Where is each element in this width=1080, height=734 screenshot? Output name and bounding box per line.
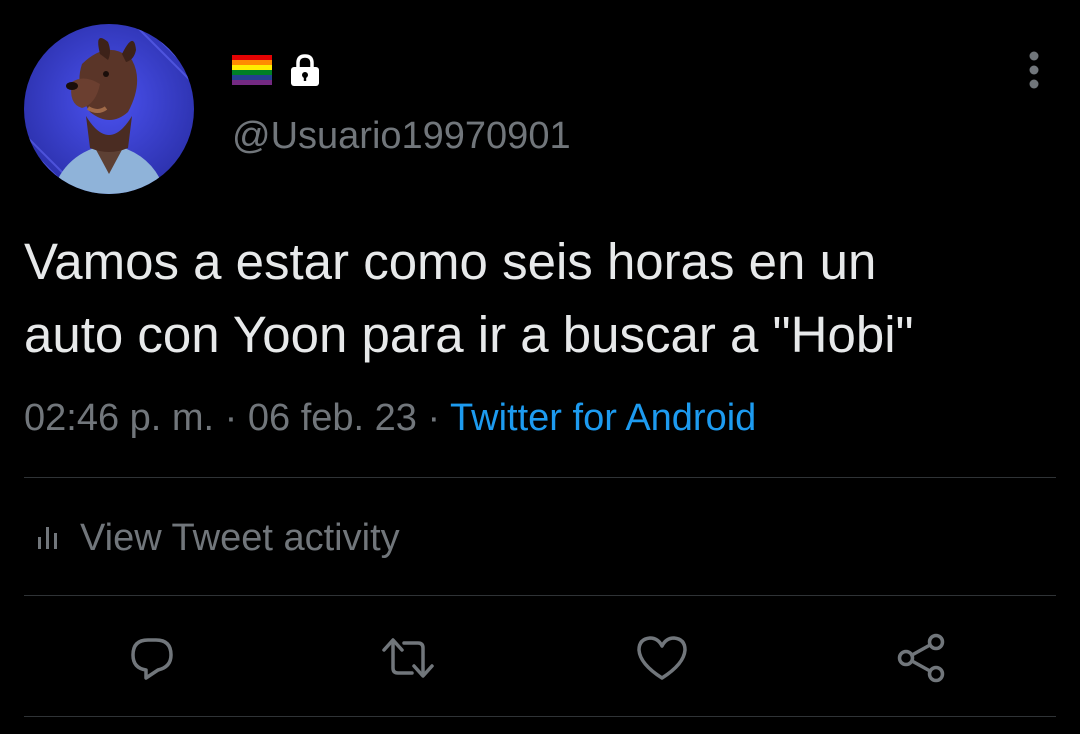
share-button[interactable] [893,630,949,686]
more-vertical-icon [1029,51,1039,89]
retweet-icon [382,638,434,678]
tweet-source-link[interactable]: Twitter for Android [450,397,756,439]
tweet-detail: @Usuario19970901 Vamos a estar como seis… [0,0,1080,734]
more-options-button[interactable] [1014,50,1054,90]
reply-icon [131,638,173,680]
meta-separator: · [416,397,451,439]
tweet-text-line: auto con Yoon para ir a buscar a "Hobi" [24,306,914,363]
divider [24,477,1056,478]
avatar-image [24,24,194,194]
view-tweet-activity-label: View Tweet activity [80,516,400,559]
display-name [232,53,322,92]
analytics-icon [38,527,57,549]
tweet-text-line: Vamos a estar como seis horas en un [24,233,877,290]
tweet-meta: 02:46 p. m. · 06 feb. 23 · Twitter for A… [24,393,756,443]
divider [24,716,1056,717]
lock-icon [288,53,322,92]
avatar[interactable] [24,24,194,194]
rainbow-flag-icon [232,54,272,90]
divider [24,595,1056,596]
retweet-button[interactable] [380,630,436,686]
meta-separator: · [214,397,248,439]
share-icon [897,633,945,683]
like-icon [637,636,687,680]
tweet-time[interactable]: 02:46 p. m. [24,397,214,439]
view-tweet-activity-button[interactable]: View Tweet activity [36,512,400,564]
reply-button[interactable] [124,630,180,686]
like-button[interactable] [634,630,690,686]
tweet-date[interactable]: 06 feb. 23 [248,397,417,439]
tweet-text: Vamos a estar como seis horas en un auto… [24,225,1054,371]
user-handle[interactable]: @Usuario19970901 [232,112,571,160]
